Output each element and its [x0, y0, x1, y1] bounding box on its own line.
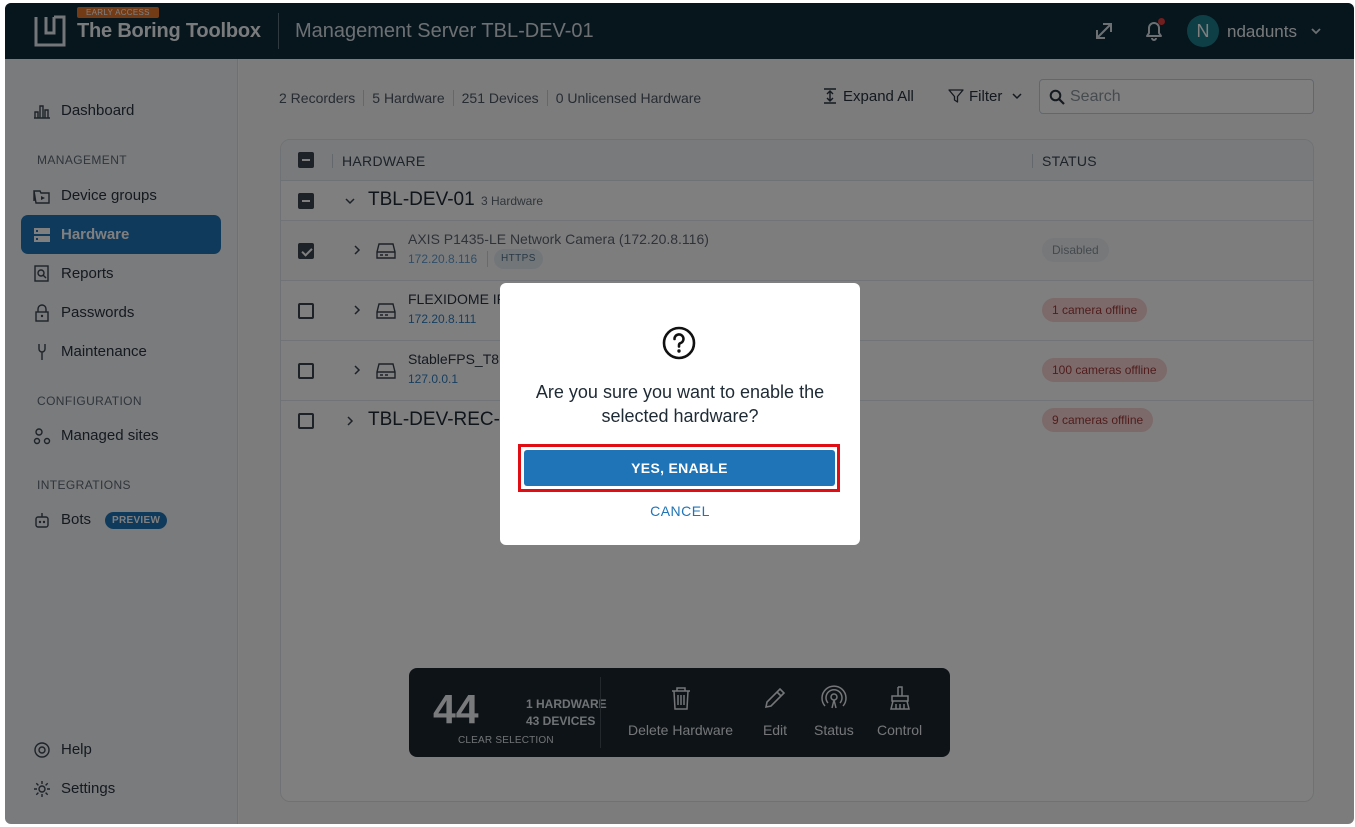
- yes-enable-button[interactable]: YES, ENABLE: [524, 450, 835, 486]
- dialog-message: Are you sure you want to enable the sele…: [535, 382, 825, 426]
- app-window: EARLY ACCESS The Boring Toolbox Manageme…: [5, 3, 1354, 824]
- confirm-dialog: Are you sure you want to enable the sele…: [500, 283, 860, 545]
- question-circle-icon: [662, 326, 696, 360]
- cancel-button[interactable]: CANCEL: [630, 503, 730, 519]
